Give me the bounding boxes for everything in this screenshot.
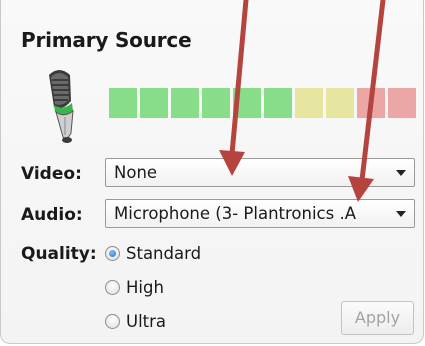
meter-segment bbox=[171, 88, 199, 118]
audio-select[interactable]: Microphone (3- Plantronics .A bbox=[105, 199, 415, 228]
primary-source-panel: Primary Source Video: None Audio: Microp… bbox=[0, 0, 424, 344]
radio-label-high: High bbox=[126, 278, 164, 297]
meter-segment bbox=[264, 88, 292, 118]
radio-label-ultra: Ultra bbox=[126, 312, 167, 331]
video-select-value: None bbox=[114, 163, 158, 182]
meter-segment bbox=[109, 88, 137, 118]
meter-segment bbox=[295, 88, 323, 118]
chevron-down-icon bbox=[396, 211, 406, 217]
meter-segment bbox=[357, 88, 385, 118]
radio-high[interactable] bbox=[105, 280, 120, 295]
meter-segment bbox=[326, 88, 354, 118]
meter-segment bbox=[388, 88, 416, 118]
meter-segment bbox=[140, 88, 168, 118]
audio-label: Audio: bbox=[21, 205, 83, 225]
quality-label: Quality: bbox=[21, 244, 97, 264]
radio-ultra[interactable] bbox=[105, 314, 120, 329]
meter-segment bbox=[202, 88, 230, 118]
panel-title: Primary Source bbox=[21, 28, 192, 52]
video-select[interactable]: None bbox=[105, 158, 415, 187]
audio-select-value: Microphone (3- Plantronics .A bbox=[114, 204, 356, 223]
apply-button[interactable]: Apply bbox=[341, 301, 414, 335]
chevron-down-icon bbox=[396, 170, 406, 176]
audio-level-meter bbox=[109, 88, 419, 118]
microphone-icon bbox=[49, 70, 74, 143]
radio-standard[interactable] bbox=[105, 246, 120, 261]
video-label: Video: bbox=[21, 164, 82, 184]
meter-segment bbox=[233, 88, 261, 118]
radio-label-standard: Standard bbox=[126, 244, 202, 263]
